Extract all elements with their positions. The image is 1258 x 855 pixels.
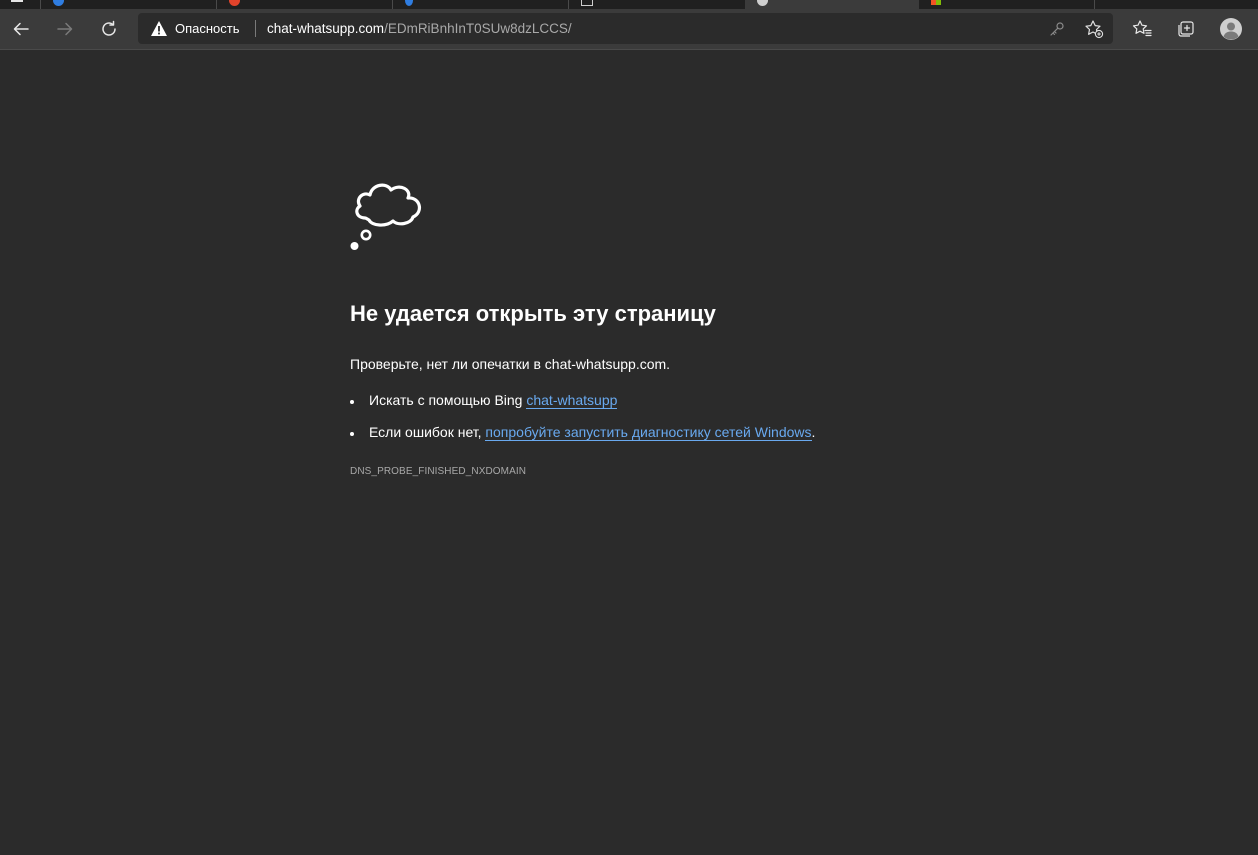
collections-button[interactable] (1170, 13, 1202, 45)
tab-strip (0, 0, 1258, 9)
collections-icon (1178, 21, 1194, 37)
tab-2[interactable] (217, 0, 393, 9)
tab-3[interactable] (393, 0, 569, 9)
tab-4[interactable] (569, 0, 745, 9)
browser-window: Опасность chat-whatsupp.com/EDmRiBnhInT0… (0, 0, 1258, 855)
suggestion-diagnostics-prefix: Если ошибок нет, (369, 424, 486, 440)
arrow-right-icon (57, 22, 73, 36)
avatar-icon (1220, 18, 1242, 40)
tab-favicon-icon (53, 0, 64, 6)
favorites-icon (1132, 20, 1152, 37)
error-code: DNS_PROBE_FINISHED_NXDOMAIN (350, 466, 527, 477)
profile-button[interactable] (1215, 13, 1247, 45)
url-host: chat-whatsupp.com (267, 21, 385, 36)
tab-favicon-icon (405, 0, 413, 6)
password-key-button[interactable] (1047, 19, 1067, 39)
tab-favicon-icon (931, 0, 941, 5)
star-add-icon (1085, 20, 1104, 39)
arrow-left-icon (13, 22, 29, 36)
url-text[interactable]: chat-whatsupp.com/EDmRiBnhInT0SUw8dzLCCS… (267, 21, 572, 36)
tab-favicon-icon (757, 0, 768, 6)
tab-actions-menu[interactable] (0, 0, 41, 9)
url-path: /EDmRiBnhInT0SUw8dzLCCS/ (384, 21, 572, 36)
bullet-icon (350, 400, 354, 404)
tab-active[interactable] (745, 0, 919, 9)
warning-icon[interactable] (150, 20, 168, 37)
suggestion-bing-prefix: Искать с помощью Bing (369, 392, 527, 408)
security-status-label[interactable]: Опасность (175, 21, 240, 36)
address-bar[interactable]: Опасность chat-whatsupp.com/EDmRiBnhInT0… (138, 13, 1113, 44)
network-diagnostics-link[interactable]: попробуйте запустить диагностику сетей W… (485, 424, 812, 441)
thought-cloud-icon (350, 183, 422, 250)
tab-7[interactable] (1095, 0, 1258, 9)
refresh-button[interactable] (93, 13, 125, 45)
refresh-icon (102, 20, 116, 36)
tab-favicon-icon (581, 0, 593, 6)
error-title: Не удается открыть эту страницу (350, 301, 716, 326)
back-button[interactable] (5, 13, 37, 45)
forward-button[interactable] (49, 13, 81, 45)
bullet-icon (350, 432, 354, 436)
browser-toolbar: Опасность chat-whatsupp.com/EDmRiBnhInT0… (0, 9, 1258, 50)
tab-favicon-icon (229, 0, 240, 6)
key-icon (1050, 22, 1064, 36)
error-description: Проверьте, нет ли опечатки в chat-whatsu… (350, 356, 671, 372)
bing-search-link[interactable]: chat-whatsupp (526, 392, 618, 409)
address-divider (255, 20, 256, 37)
add-favorite-button[interactable] (1084, 19, 1104, 39)
suggestion-diagnostics-suffix: . (811, 424, 816, 440)
tab-1[interactable] (41, 0, 217, 9)
tab-6[interactable] (919, 0, 1095, 9)
favorites-button[interactable] (1126, 13, 1158, 45)
menu-icon (11, 0, 23, 2)
